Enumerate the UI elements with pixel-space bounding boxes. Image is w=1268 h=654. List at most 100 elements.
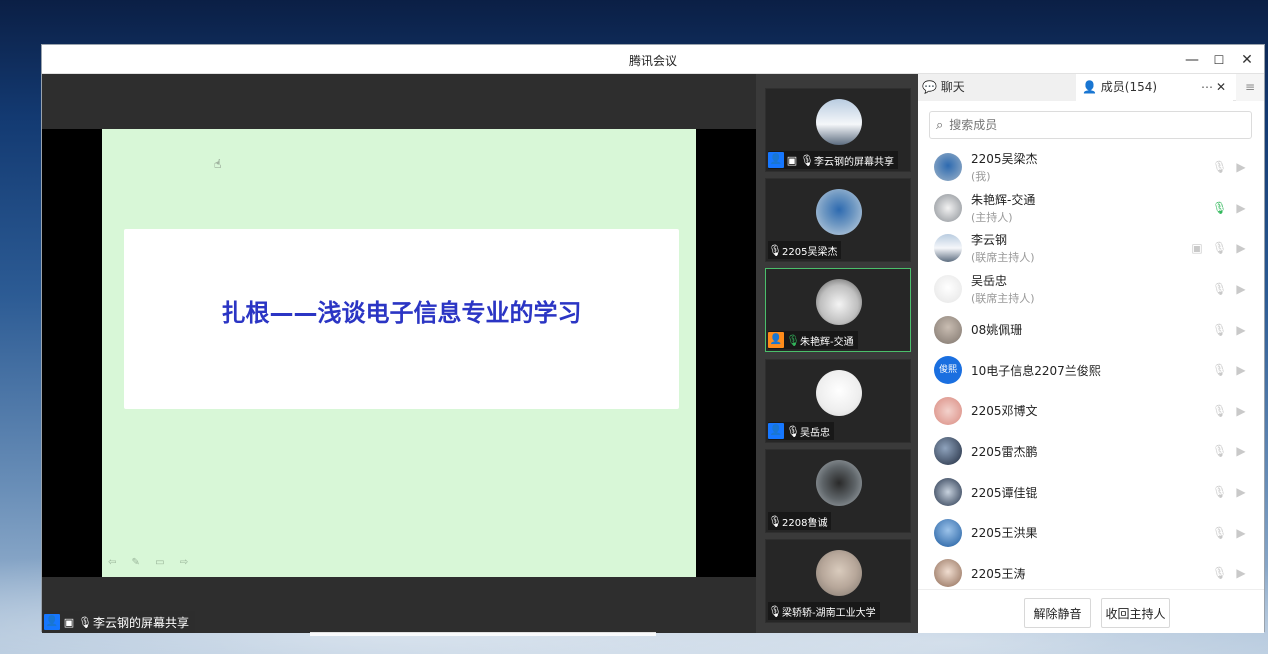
slide-title-box: 扎根——浅谈电子信息专业的学习 (124, 229, 679, 409)
member-search-box[interactable]: ⌕ (929, 111, 1252, 139)
camera-off-icon[interactable]: ▶ (1234, 323, 1248, 337)
microphone-icon: 🎙 (800, 153, 814, 167)
member-role: (联席主持人) (971, 292, 1035, 306)
mic-muted-icon[interactable]: 🎙 (1212, 282, 1227, 296)
avatar (934, 315, 962, 344)
avatar (934, 275, 962, 304)
avatar (934, 518, 962, 547)
close-panel-icon[interactable]: ✕ (1216, 74, 1226, 101)
list-item[interactable]: 2205谭佳锟 🎙 ▶ (918, 472, 1264, 513)
video-thumbnail[interactable]: 👤 ▣ 🎙 李云钢的屏幕共享 (765, 88, 911, 172)
mic-muted-icon[interactable]: 🎙 (1212, 363, 1227, 377)
avatar (816, 550, 862, 596)
taskbar-strip (310, 632, 656, 636)
title-bar: 腾讯会议 — ☐ ✕ (42, 45, 1264, 74)
camera-off-icon[interactable]: ▶ (1234, 201, 1248, 215)
video-thumbnail[interactable]: 🎙 梁轿轿-湖南工业大学 (765, 539, 911, 623)
video-thumbnail[interactable]: 🎙 2205吴梁杰 (765, 178, 911, 262)
screen-share-label: 👤 ▣ 🎙 李云钢的屏幕共享 (42, 611, 196, 633)
microphone-icon[interactable]: 🎙 (1212, 201, 1227, 215)
list-item[interactable]: 朱艳辉-交通 (主持人) 🎙 ▶ (918, 188, 1264, 229)
video-thumbnail-column: 👤 ▣ 🎙 李云钢的屏幕共享 🎙 2205吴梁杰 👤 🎙 朱艳辉-交通 👤 🎙 … (756, 74, 918, 633)
list-item[interactable]: 2205吴梁杰 (我) 🎙 ▶ (918, 147, 1264, 188)
mic-muted-icon[interactable]: 🎙 (1212, 526, 1227, 540)
thumbnail-name: 朱艳辉-交通 (800, 336, 854, 348)
mic-muted-icon: 🎙 (786, 424, 800, 438)
mic-muted-icon[interactable]: 🎙 (1212, 566, 1227, 580)
member-name: 2205雷杰鹏 (971, 444, 1038, 459)
mic-muted-icon[interactable]: 🎙 (1212, 323, 1227, 337)
avatar: 俊熙 (934, 356, 962, 385)
tab-members[interactable]: 👤 成员(154) ⋯ ✕ (1076, 74, 1233, 101)
camera-off-icon[interactable]: ▶ (1234, 363, 1248, 377)
camera-off-icon[interactable]: ▶ (1234, 566, 1248, 580)
video-thumbnail[interactable]: 👤 🎙 朱艳辉-交通 (765, 268, 911, 352)
maximize-button[interactable]: ☐ (1207, 49, 1231, 71)
list-item[interactable]: 俊熙 10电子信息2207兰俊熙 🎙 ▶ (918, 350, 1264, 391)
shared-screen-stage[interactable]: ☝ 扎根——浅谈电子信息专业的学习 ⇦ ✎ ▭ ⇨ 👤 ▣ 🎙 李云钢的屏幕共享 (42, 74, 756, 633)
unmute-all-button[interactable]: 解除静音 (1024, 598, 1091, 628)
screen-share-icon: ▣ (63, 615, 75, 629)
member-name: 2205王洪果 (971, 526, 1038, 541)
avatar (816, 99, 862, 145)
thumbnail-name: 2208鲁诚 (782, 517, 828, 529)
member-name: 2205王涛 (971, 566, 1026, 581)
thumbnail-name: 李云钢的屏幕共享 (814, 156, 894, 168)
avatar (934, 396, 962, 425)
list-item[interactable]: 2205邓博文 🎙 ▶ (918, 391, 1264, 432)
member-search-input[interactable] (949, 118, 1230, 132)
video-thumbnail[interactable]: 👤 🎙 吴岳忠 (765, 359, 911, 443)
screen-share-icon[interactable]: ▣ (1190, 241, 1204, 255)
mic-muted-icon[interactable]: 🎙 (1212, 485, 1227, 499)
camera-off-icon[interactable]: ▶ (1234, 241, 1248, 255)
thumbnail-name: 吴岳忠 (800, 427, 830, 439)
thumbnail-name: 梁轿轿-湖南工业大学 (782, 607, 876, 619)
thumbnail-name: 2205吴梁杰 (782, 246, 838, 258)
camera-off-icon[interactable]: ▶ (1234, 282, 1248, 296)
slide-title: 扎根——浅谈电子信息专业的学习 (221, 299, 582, 327)
video-thumbnail[interactable]: 🎙 2208鲁诚 (765, 449, 911, 533)
avatar (934, 153, 962, 182)
meeting-window: 腾讯会议 — ☐ ✕ ☝ 扎根——浅谈电子信息专业的学习 ⇦ ✎ ▭ ⇨ 👤 ▣… (41, 44, 1265, 633)
list-item[interactable]: 李云钢 (联席主持人) ▣ 🎙 ▶ (918, 228, 1264, 269)
avatar (934, 234, 962, 263)
members-panel: 💬 聊天 👤 成员(154) ⋯ ✕ ≡ ⌕ 2205吴梁杰 (我) (918, 74, 1264, 633)
minimize-button[interactable]: — (1180, 49, 1204, 71)
mic-muted-icon[interactable]: 🎙 (1212, 444, 1227, 458)
member-role: (主持人) (971, 210, 1013, 224)
user-icon: 👤 (1082, 80, 1097, 94)
host-badge-icon: 👤 (768, 332, 784, 348)
list-item[interactable]: 2205雷杰鹏 🎙 ▶ (918, 431, 1264, 472)
presentation-slide: ☝ 扎根——浅谈电子信息专业的学习 ⇦ ✎ ▭ ⇨ (102, 129, 696, 577)
tab-chat[interactable]: 💬 聊天 (918, 74, 1076, 101)
microphone-icon: 🎙 (78, 615, 92, 629)
close-button[interactable]: ✕ (1235, 49, 1259, 71)
more-icon[interactable]: ⋯ (1201, 74, 1213, 101)
host-badge-icon: 👤 (44, 614, 60, 630)
search-icon: ⌕ (936, 117, 944, 133)
camera-off-icon[interactable]: ▶ (1234, 404, 1248, 418)
reclaim-host-button[interactable]: 收回主持人 (1101, 598, 1170, 628)
list-item[interactable]: 吴岳忠 (联席主持人) 🎙 ▶ (918, 269, 1264, 310)
avatar (816, 370, 862, 416)
slide-toolbar[interactable]: ⇦ ✎ ▭ ⇨ (108, 557, 194, 568)
camera-off-icon[interactable]: ▶ (1234, 444, 1248, 458)
screen-share-text: 李云钢的屏幕共享 (93, 615, 190, 630)
camera-off-icon[interactable]: ▶ (1234, 160, 1248, 174)
letterbox-left (42, 129, 102, 577)
camera-off-icon[interactable]: ▶ (1234, 526, 1248, 540)
mic-muted-icon[interactable]: 🎙 (1212, 404, 1227, 418)
camera-off-icon[interactable]: ▶ (1234, 485, 1248, 499)
mic-muted-icon[interactable]: 🎙 (1212, 160, 1227, 174)
list-item[interactable]: 2205王洪果 🎙 ▶ (918, 512, 1264, 553)
menu-icon[interactable]: ≡ (1236, 74, 1264, 101)
list-item[interactable]: 08姚佩珊 🎙 ▶ (918, 309, 1264, 350)
mic-muted-icon: 🎙 (768, 604, 782, 618)
avatar (934, 437, 962, 466)
list-item[interactable]: 2205王涛 🎙 ▶ (918, 553, 1264, 589)
member-name: 2205邓博文 (971, 404, 1038, 419)
panel-tabs: 💬 聊天 👤 成员(154) ⋯ ✕ ≡ (918, 74, 1264, 101)
microphone-icon[interactable]: 🎙 (1212, 241, 1227, 255)
member-name: 10电子信息2207兰俊熙 (971, 363, 1101, 378)
screen-share-icon: ▣ (786, 153, 798, 167)
